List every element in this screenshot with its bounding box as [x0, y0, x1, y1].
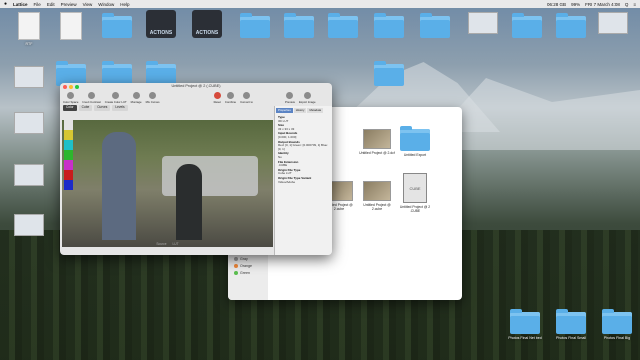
- menu-file[interactable]: File: [34, 2, 41, 7]
- folder-icon[interactable]: [94, 13, 140, 38]
- desktop-icon[interactable]: RTF: [6, 12, 52, 46]
- property-item: Type 3D LUT: [278, 115, 289, 123]
- lut-icon: [112, 92, 120, 99]
- window-title: Untitled Project @ 2 (.CUBE): [171, 84, 221, 88]
- folder-icon[interactable]: [412, 13, 458, 38]
- desktop-icon[interactable]: [48, 12, 94, 40]
- tag-dot-icon: [234, 264, 238, 268]
- actions-icon[interactable]: ACTIONS: [138, 10, 184, 38]
- tab-history[interactable]: History: [293, 108, 307, 113]
- folder-icon[interactable]: [548, 13, 594, 38]
- source-label: Source: [156, 242, 167, 246]
- preview-image-man: [102, 132, 136, 240]
- property-item: Origin File Type Variant Video/Adobe: [278, 175, 312, 184]
- menu-help[interactable]: Help: [120, 2, 129, 7]
- property-item: Identity No: [278, 151, 289, 159]
- property-item: File Extension .CUBE: [278, 159, 299, 168]
- tab-cube[interactable]: Cube: [78, 105, 93, 111]
- contrast-icon: [88, 92, 96, 99]
- file-thumbnail: [363, 129, 391, 149]
- folder-icon: [400, 126, 430, 151]
- color-space-icon: [67, 92, 75, 99]
- property-item: Input Bounds [0.000, 1.000]: [278, 131, 298, 139]
- montage-icon: [132, 92, 140, 99]
- screenshot-icon[interactable]: [6, 214, 52, 236]
- export-icon: [303, 92, 311, 99]
- cube-file-icon: CUBE: [403, 173, 427, 203]
- inspector-tabs: Properties History Metadata: [275, 106, 332, 115]
- tag-item[interactable]: Green: [234, 271, 268, 275]
- menu-app-name[interactable]: Lattice: [13, 2, 28, 7]
- menu-preview[interactable]: Preview: [61, 2, 77, 7]
- inspector-panel: Properties History Metadata Type 3D LUT S…: [274, 106, 332, 255]
- desktop-icon[interactable]: [460, 12, 506, 34]
- menu-bar: ● Lattice File Edit Preview View Window …: [0, 0, 640, 8]
- preview-icon: [286, 92, 294, 99]
- viewer-labels: Source LUT: [62, 242, 273, 246]
- folder-icon[interactable]: Photos Final Net bed: [502, 309, 548, 340]
- convert-button[interactable]: Convert to: [240, 92, 253, 104]
- file-thumbnail: [363, 181, 391, 201]
- invert-contrast-button[interactable]: Invert Contrast: [82, 92, 101, 104]
- spotlight-icon[interactable]: Q: [625, 2, 629, 7]
- file-item[interactable]: Untitled Export: [396, 126, 434, 157]
- tab-levels[interactable]: Levels: [112, 105, 128, 111]
- mix-curves-button[interactable]: Mix Curves: [146, 92, 160, 104]
- tag-dot-icon: [234, 271, 238, 275]
- screenshot-icon[interactable]: [590, 12, 636, 34]
- combine-button[interactable]: Combine: [225, 92, 236, 104]
- title-bar: Untitled Project @ 2 (.CUBE): [60, 83, 332, 91]
- folder-icon[interactable]: [276, 13, 322, 38]
- status-clock[interactable]: FRI 7 March 4:08: [585, 2, 620, 7]
- lattice-window: Untitled Project @ 2 (.CUBE) Color Space…: [60, 83, 332, 255]
- tag-item[interactable]: Orange: [234, 264, 268, 268]
- montage-button[interactable]: Montage: [131, 92, 142, 104]
- menu-edit[interactable]: Edit: [47, 2, 55, 7]
- folder-icon[interactable]: [504, 13, 550, 38]
- reset-button[interactable]: Reset: [214, 92, 221, 104]
- preview-button[interactable]: Preview: [285, 92, 295, 104]
- curves-icon: [149, 92, 157, 99]
- folder-icon[interactable]: [366, 13, 412, 38]
- folder-icon[interactable]: [232, 13, 278, 38]
- status-battery[interactable]: 99%: [571, 2, 580, 7]
- toolbar: Color Space Invert Contrast Create Color…: [60, 91, 332, 105]
- file-item[interactable]: Untitled Project @ 2.dcf: [358, 129, 396, 155]
- color-bars: [64, 120, 73, 190]
- create-lut-button[interactable]: Create Color LUT: [105, 92, 127, 104]
- file-item[interactable]: Untitled Project @ 2.cube: [358, 181, 396, 211]
- apple-icon[interactable]: ●: [4, 1, 7, 7]
- color-space-button[interactable]: Color Space: [63, 92, 78, 104]
- menu-window[interactable]: Window: [98, 2, 114, 7]
- file-item[interactable]: CUBE Untitled Project @ 2 .CUBE: [396, 173, 434, 213]
- convert-icon: [243, 92, 251, 99]
- folder-icon[interactable]: Photos Final Big: [594, 309, 640, 340]
- combine-icon: [226, 92, 234, 99]
- folder-icon[interactable]: [366, 61, 412, 86]
- property-item: Size 33 x 33 x 33: [278, 123, 295, 131]
- preview-image-girl: [176, 164, 202, 240]
- export-image-button[interactable]: Export Image: [299, 92, 316, 104]
- screenshot-icon[interactable]: [6, 164, 52, 186]
- screenshot-icon[interactable]: [6, 112, 52, 134]
- menu-view[interactable]: View: [83, 2, 93, 7]
- tab-metadata[interactable]: Metadata: [307, 108, 324, 113]
- tag-item[interactable]: Gray: [234, 257, 268, 261]
- reset-icon: [213, 92, 221, 99]
- screenshot-icon[interactable]: [6, 66, 52, 88]
- property-item: Origin File Type Cube LUT: [278, 167, 301, 176]
- property-item: Output Bounds Red: [0, 1] Green: [0.00070…: [278, 139, 328, 151]
- folder-icon[interactable]: [320, 13, 366, 38]
- folder-icon[interactable]: Photos Final Small: [548, 309, 594, 340]
- image-viewer[interactable]: Source LUT: [62, 120, 273, 247]
- tab-curves[interactable]: Curves: [94, 105, 111, 111]
- status-network[interactable]: 06:28 GB: [547, 2, 566, 7]
- tab-color[interactable]: Color: [63, 105, 77, 111]
- lut-label: LUT: [172, 242, 179, 246]
- notification-icon[interactable]: ≡: [633, 2, 636, 7]
- tab-properties[interactable]: Properties: [276, 108, 293, 113]
- actions-icon[interactable]: ACTIONS: [184, 10, 230, 38]
- tag-dot-icon: [234, 257, 238, 261]
